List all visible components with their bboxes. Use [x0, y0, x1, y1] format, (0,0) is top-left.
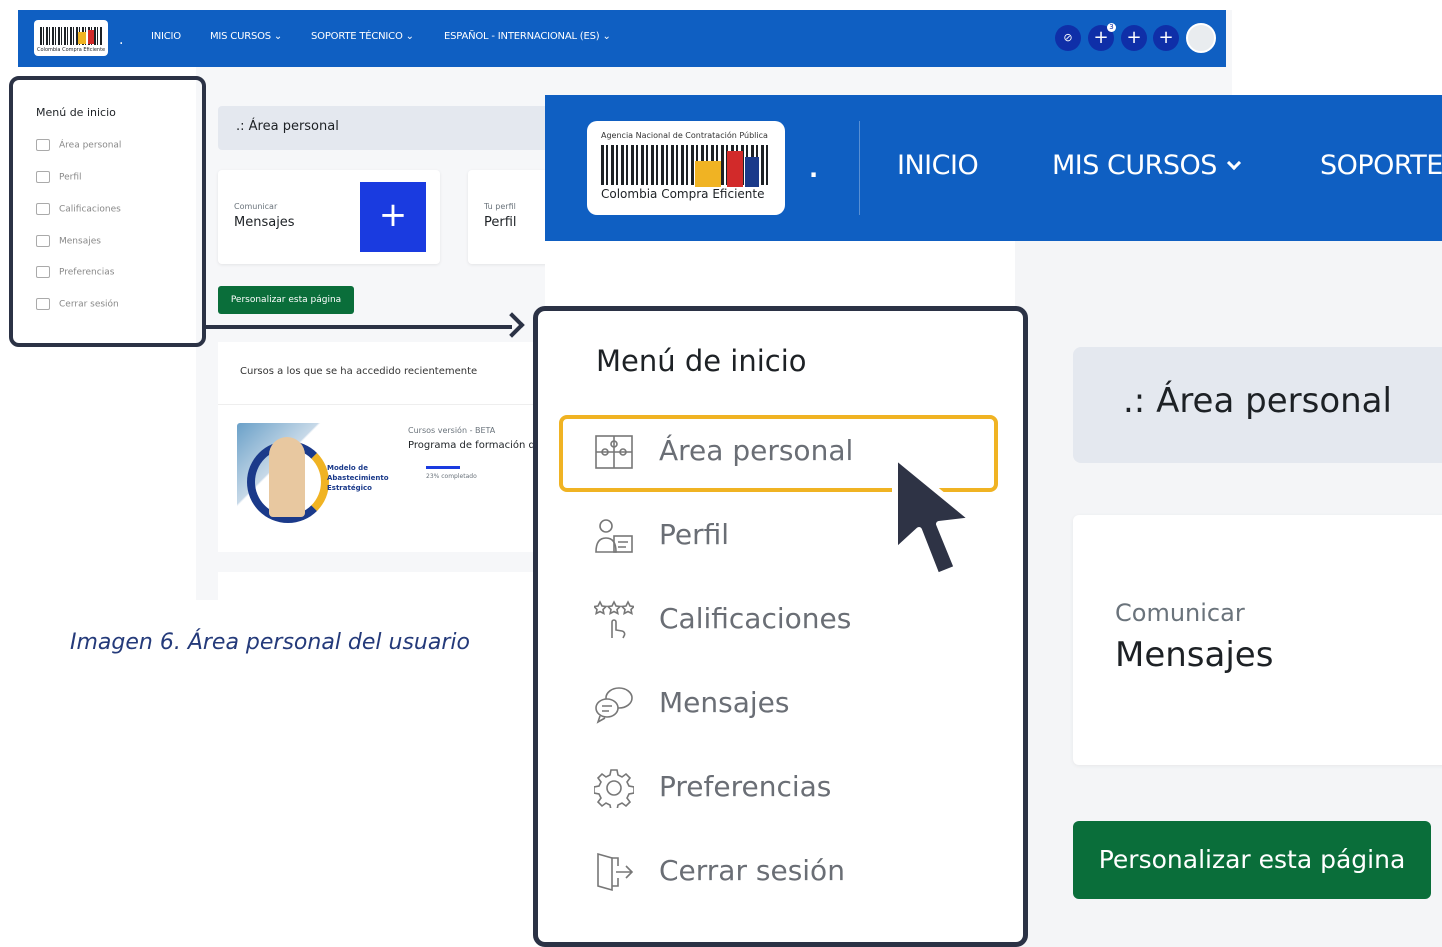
- small-sidebar-highlight: [9, 76, 206, 347]
- course-progress-label: 23% completado: [426, 473, 477, 480]
- profile-icon: [595, 519, 633, 553]
- course-caption: Cursos versión - BETA: [408, 426, 496, 435]
- zoom-nav-soporte[interactable]: SOPORTE: [1320, 150, 1442, 181]
- small-card-mensajes[interactable]: Comunicar Mensajes +: [218, 170, 440, 264]
- small-customize-button[interactable]: Personalizar esta página: [218, 286, 354, 314]
- small-notification-badge: 3: [1107, 23, 1116, 32]
- small-eye-off-icon[interactable]: ⊘: [1055, 25, 1081, 51]
- small-nav-inicio[interactable]: INICIO: [151, 31, 181, 42]
- ratings-icon: [594, 600, 634, 639]
- customize-button[interactable]: Personalizar esta página: [1073, 821, 1431, 899]
- mouse-cursor-icon: [892, 453, 976, 579]
- small-avatar[interactable]: [1186, 23, 1216, 53]
- messages-icon: [595, 687, 633, 724]
- course-thumbnail[interactable]: Modelo de Abastecimiento Estratégico: [237, 423, 397, 533]
- logo-barcode: [601, 145, 769, 185]
- figure-caption: Imagen 6. Área personal del usuario: [70, 630, 470, 655]
- small-nav-idioma[interactable]: ESPAÑOL - INTERNACIONAL (ES) ⌄: [444, 31, 611, 42]
- course-progress-bar: [426, 466, 460, 469]
- zoom-nav-mis-cursos[interactable]: MIS CURSOS: [1052, 150, 1241, 181]
- small-topbar: Colombia Compra Eficiente . INICIO MIS C…: [18, 10, 1226, 67]
- menu-title: Menú de inicio: [596, 344, 807, 378]
- logout-icon: [597, 852, 634, 892]
- zoom-logo[interactable]: Agencia Nacional de Contratación Pública…: [587, 121, 785, 215]
- plus-icon[interactable]: +: [360, 182, 426, 252]
- course-title[interactable]: Programa de formación de: [408, 440, 541, 451]
- small-logo-text: Colombia Compra Eficiente: [37, 47, 106, 53]
- chevron-down-icon: [1226, 155, 1241, 171]
- small-nav-soporte[interactable]: SOPORTE TÉCNICO ⌄: [311, 31, 414, 42]
- small-nav-mis-cursos[interactable]: MIS CURSOS ⌄: [210, 31, 282, 42]
- connector-arrow: [206, 325, 512, 329]
- zoom-topbar: Agencia Nacional de Contratación Pública…: [545, 95, 1442, 241]
- zoom-nav-inicio[interactable]: INICIO: [897, 150, 979, 181]
- small-plus-icon[interactable]: +: [1153, 25, 1179, 51]
- zoom-breadcrumb: .: Área personal: [1073, 347, 1442, 463]
- gear-icon: [594, 769, 634, 808]
- small-logo[interactable]: Colombia Compra Eficiente: [34, 20, 108, 56]
- zoom-card-mensajes[interactable]: Comunicar Mensajes: [1073, 515, 1442, 765]
- small-plus-icon[interactable]: +: [1121, 25, 1147, 51]
